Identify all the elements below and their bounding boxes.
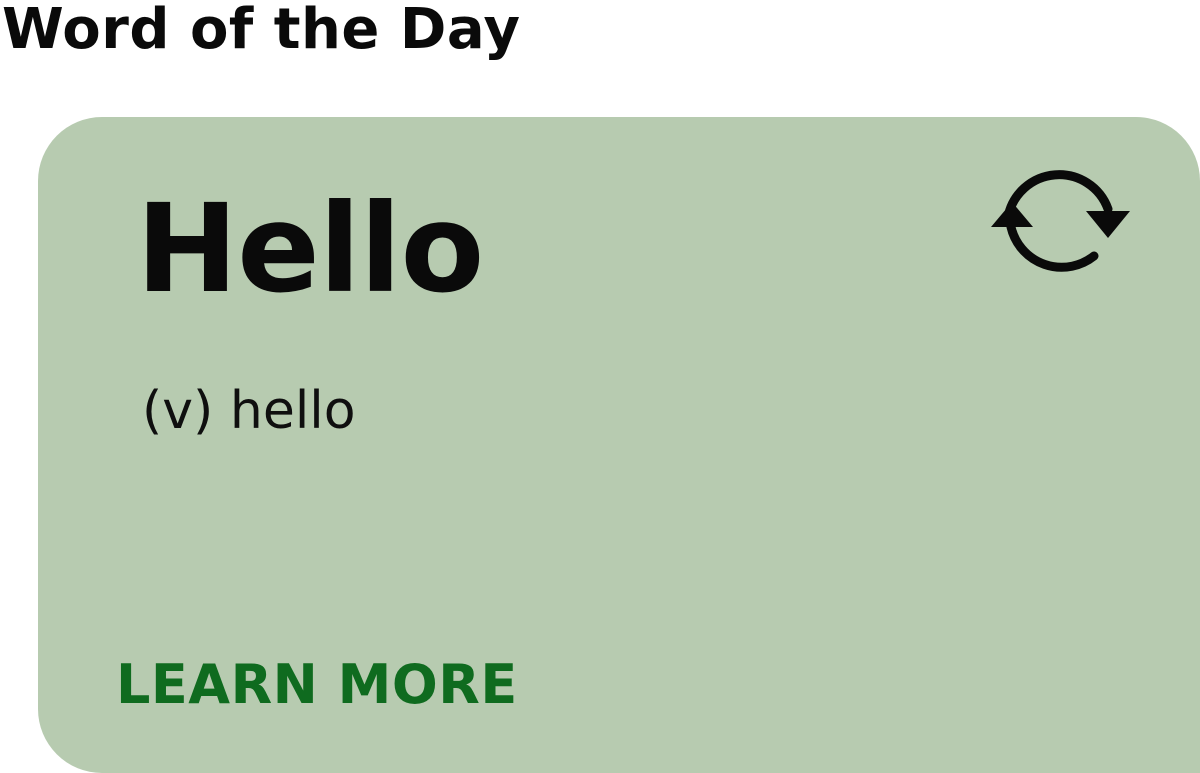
refresh-button[interactable] — [988, 159, 1134, 283]
word-definition: (v) hello — [142, 381, 356, 441]
learn-more-link[interactable]: LEARN MORE — [116, 647, 518, 723]
word-of-the-day-card: Hello (v) hello LEARN MORE — [38, 117, 1200, 773]
word-title: Hello — [136, 178, 484, 320]
section-title: Word of the Day — [2, 0, 521, 62]
refresh-icon — [991, 170, 1130, 272]
